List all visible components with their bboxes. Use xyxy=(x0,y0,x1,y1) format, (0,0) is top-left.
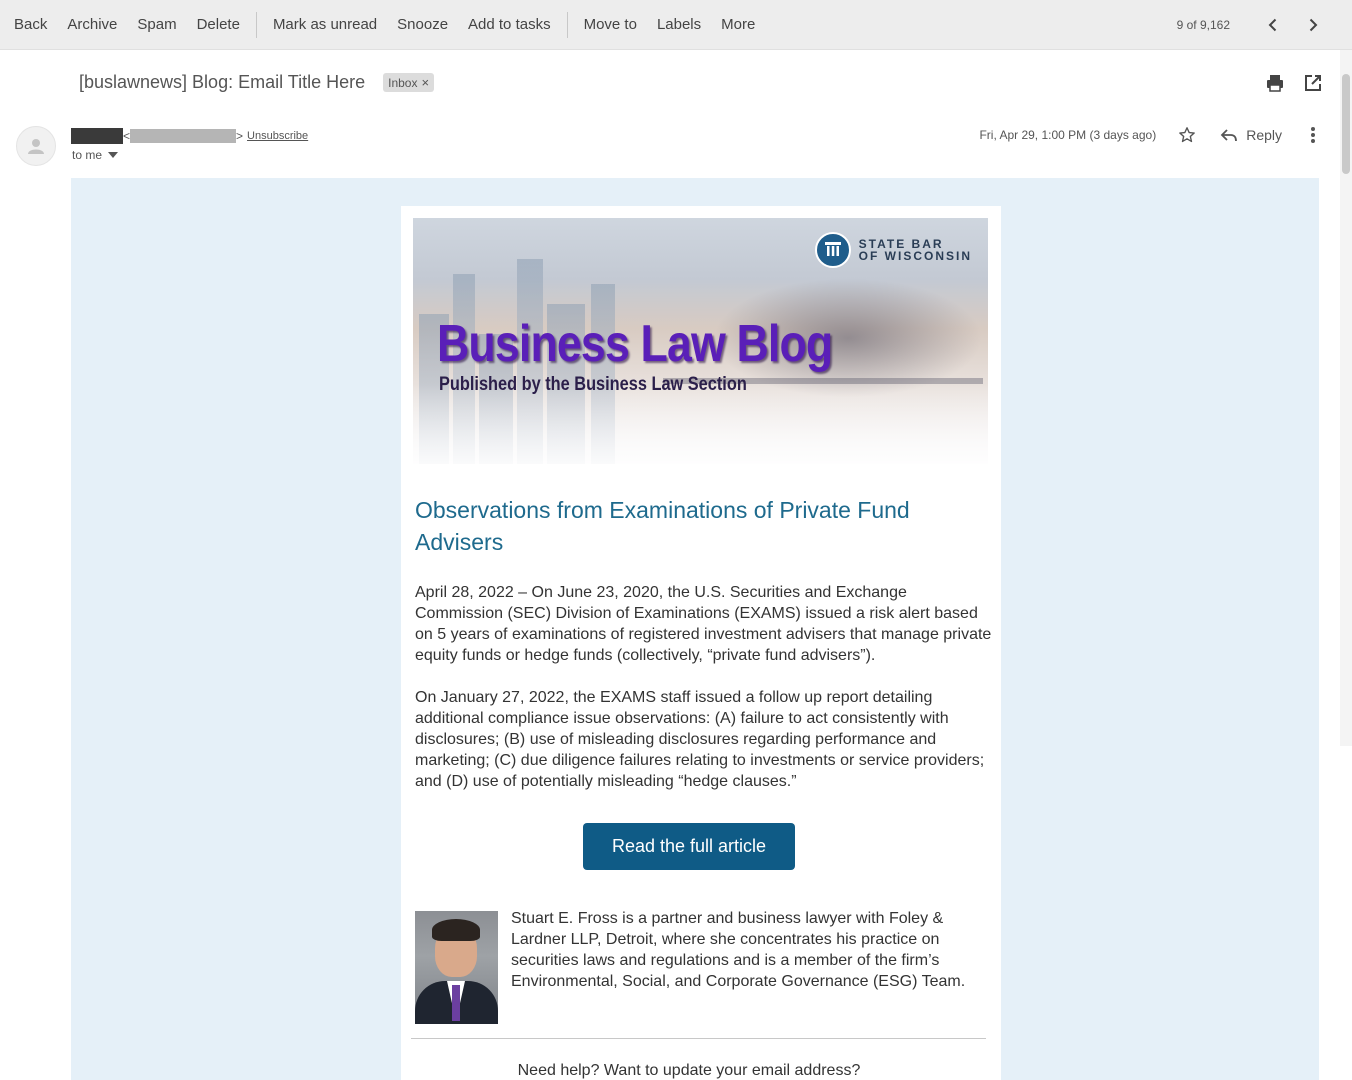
reply-label: Reply xyxy=(1246,127,1282,143)
remove-label-icon[interactable]: × xyxy=(421,75,429,90)
caret-down-icon xyxy=(108,152,119,158)
blog-banner: STATE BAR OF WISCONSIN Business Law Blog… xyxy=(413,218,988,464)
blog-title: Business Law Blog xyxy=(437,315,833,373)
article-paragraph-1: April 28, 2022 – On June 23, 2020, the U… xyxy=(415,584,992,664)
star-icon xyxy=(1179,127,1196,143)
subject-actions xyxy=(1264,72,1324,94)
open-in-new-icon xyxy=(1305,75,1321,91)
logo-line-2: OF WISCONSIN xyxy=(858,249,972,263)
add-to-tasks-button[interactable]: Add to tasks xyxy=(458,0,561,50)
reply-icon xyxy=(1220,129,1238,142)
read-full-article-button[interactable]: Read the full article xyxy=(583,823,795,870)
footer-divider xyxy=(411,1038,986,1039)
print-button[interactable] xyxy=(1264,72,1286,94)
subject-row: [buslawnews] Blog: Email Title Here Inbo… xyxy=(79,72,435,93)
star-button[interactable] xyxy=(1176,124,1198,146)
recipient-text: to me xyxy=(72,148,103,162)
back-button[interactable]: Back xyxy=(0,0,57,50)
message-count: 9 of 9,162 xyxy=(1176,18,1230,32)
snooze-button[interactable]: Snooze xyxy=(387,0,458,50)
sender-line: < > Unsubscribe xyxy=(71,128,308,144)
pagination: 9 of 9,162 xyxy=(1177,0,1328,50)
label-chip-text: Inbox xyxy=(388,75,418,90)
headshot-hair xyxy=(432,919,480,941)
help-text: Need help? Want to update your email add… xyxy=(517,1062,861,1079)
email-bracket-close: > xyxy=(236,129,244,143)
unsubscribe-link[interactable]: Unsubscribe xyxy=(247,130,308,142)
move-to-button[interactable]: Move to xyxy=(574,0,647,50)
open-in-new-window-button[interactable] xyxy=(1302,72,1324,94)
person-icon xyxy=(28,139,44,154)
article-title[interactable]: Observations from Examinations of Privat… xyxy=(415,494,975,558)
blog-subtitle: Published by the Business Law Section xyxy=(439,374,747,395)
print-icon xyxy=(1267,75,1283,92)
email-bracket-open: < xyxy=(123,129,131,143)
message-date: Fri, Apr 29, 1:00 PM (3 days ago) xyxy=(979,128,1157,142)
chevron-left-icon xyxy=(1268,18,1277,32)
logo-wordmark: STATE BAR OF WISCONSIN xyxy=(859,238,972,262)
sender-avatar[interactable] xyxy=(16,126,56,166)
message-toolbar: Back Archive Spam Delete Mark as unread … xyxy=(0,0,1352,50)
author-headshot xyxy=(415,911,498,1024)
newer-button[interactable] xyxy=(1258,10,1288,40)
archive-button[interactable]: Archive xyxy=(57,0,127,50)
toolbar-divider xyxy=(566,11,568,38)
delete-button[interactable]: Delete xyxy=(187,0,250,50)
spam-button[interactable]: Spam xyxy=(127,0,186,50)
toolbar-divider xyxy=(255,11,257,38)
reply-button[interactable]: Reply xyxy=(1220,127,1282,143)
article-paragraph-2: On January 27, 2022, the EXAMS staff iss… xyxy=(415,689,985,790)
inbox-label-chip[interactable]: Inbox × xyxy=(383,73,435,92)
labels-button[interactable]: Labels xyxy=(647,0,711,50)
scrollbar-thumb[interactable] xyxy=(1342,74,1350,174)
message-meta: Fri, Apr 29, 1:00 PM (3 days ago) Reply xyxy=(979,124,1324,146)
redacted-sender-name xyxy=(71,128,123,144)
more-vert-icon xyxy=(1311,127,1315,143)
older-button[interactable] xyxy=(1298,10,1328,40)
newsletter-card: STATE BAR OF WISCONSIN Business Law Blog… xyxy=(401,206,1001,1080)
scrollbar[interactable] xyxy=(1340,50,1352,746)
redacted-sender-email xyxy=(130,129,237,143)
more-button[interactable]: More xyxy=(711,0,765,50)
banner-fade xyxy=(413,384,988,464)
chevron-right-icon xyxy=(1309,18,1318,32)
headshot-tie xyxy=(452,985,460,1021)
subject-title: [buslawnews] Blog: Email Title Here xyxy=(79,72,366,92)
recipient-details-toggle[interactable]: to me xyxy=(72,148,119,162)
pillar-logo-icon xyxy=(814,232,851,268)
more-options-button[interactable] xyxy=(1302,124,1324,146)
mark-unread-button[interactable]: Mark as unread xyxy=(263,0,387,50)
author-bio: Stuart E. Fross is a partner and busines… xyxy=(511,910,966,990)
state-bar-logo: STATE BAR OF WISCONSIN xyxy=(814,232,972,268)
